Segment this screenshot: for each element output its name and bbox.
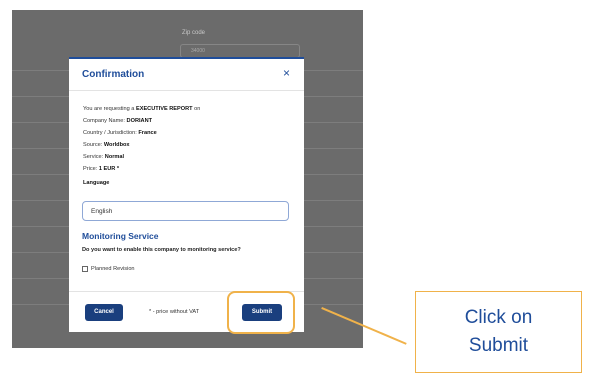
monitoring-service-title: Monitoring Service xyxy=(82,231,159,241)
price-value: 1 EUR * xyxy=(98,166,120,172)
company-name-label: Company Name: xyxy=(83,118,125,124)
dialog-header: Confirmation × xyxy=(69,59,304,91)
language-input[interactable]: English xyxy=(82,201,289,221)
source-row: Source: Worldbox xyxy=(83,142,130,148)
monitoring-question: Do you want to enable this company to mo… xyxy=(82,247,241,253)
close-icon[interactable]: × xyxy=(283,67,290,79)
planned-revision-label: Planned Revision xyxy=(91,266,135,272)
request-summary: You are requesting a EXECUTIVE REPORT on xyxy=(83,106,200,112)
planned-revision-checkbox[interactable] xyxy=(82,266,88,272)
submit-highlight xyxy=(227,291,295,334)
country-label: Country / Jurisdiction: xyxy=(83,130,137,136)
dialog-title: Confirmation xyxy=(82,69,145,80)
price-row: Price: 1 EUR * xyxy=(83,166,119,172)
service-value: Normal xyxy=(104,154,125,160)
company-name-row: Company Name: DORIANT xyxy=(83,118,152,124)
company-name-value: DORIANT xyxy=(126,118,153,124)
source-label: Source: xyxy=(83,142,103,148)
callout-box: Click on Submit xyxy=(415,291,582,373)
request-prefix: You are requesting a xyxy=(83,106,135,112)
report-type: EXECUTIVE REPORT xyxy=(135,106,193,112)
vat-note: * - price without VAT xyxy=(149,309,200,315)
callout-text: Click on Submit xyxy=(464,307,533,356)
planned-revision-option[interactable]: Planned Revision xyxy=(82,266,135,272)
zip-code-field: 34000 xyxy=(180,44,300,58)
request-suffix: on xyxy=(194,106,201,112)
service-row: Service: Normal xyxy=(83,154,124,160)
source-value: Worldbox xyxy=(103,142,130,148)
zip-code-label: Zip code xyxy=(182,30,206,36)
service-label: Service: xyxy=(83,154,104,160)
language-label: Language xyxy=(83,180,110,186)
price-label: Price: xyxy=(83,166,98,172)
country-value: France xyxy=(138,130,157,136)
country-row: Country / Jurisdiction: France xyxy=(83,130,157,136)
cancel-button[interactable]: Cancel xyxy=(85,304,123,321)
